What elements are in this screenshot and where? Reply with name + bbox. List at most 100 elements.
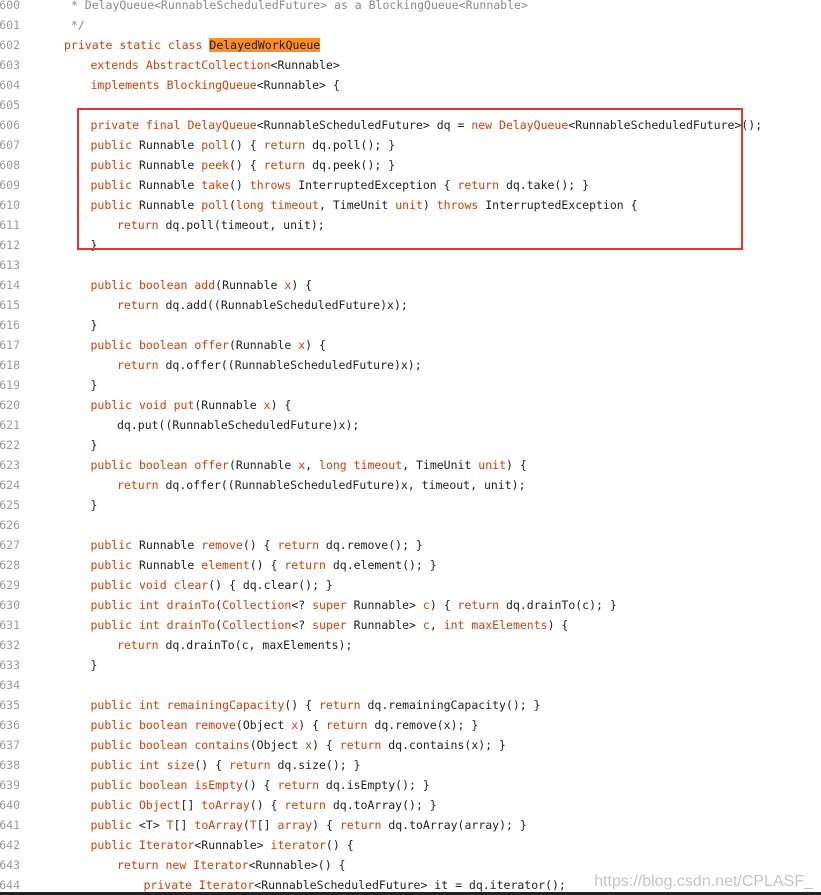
code-text: public int drainTo(Collection<? super Ru… bbox=[91, 595, 617, 615]
line-number: 639 bbox=[0, 778, 20, 792]
code-token: public bbox=[90, 818, 139, 832]
code-token: return bbox=[277, 538, 326, 552]
code-token: return bbox=[117, 478, 166, 492]
code-token: dq.drainTo(c); } bbox=[506, 598, 617, 612]
code-line: 624 return dq.offer((RunnableScheduledFut… bbox=[0, 475, 821, 495]
code-line: 606 private final DelayQueue<RunnableSche… bbox=[0, 115, 821, 135]
code-token: DelayQueue bbox=[187, 118, 257, 132]
code-token: dq.drainTo(c, maxElements); bbox=[165, 638, 353, 652]
code-token: public int bbox=[90, 618, 167, 632]
code-token: T bbox=[166, 818, 174, 832]
code-line: 635 public int remainingCapacity() { retu… bbox=[0, 695, 821, 715]
code-token: <? bbox=[291, 618, 313, 632]
code-token: ) { bbox=[506, 458, 527, 472]
code-line: 634 bbox=[0, 675, 821, 695]
code-line: 641 public <T> T[] toArray(T[] array) { r… bbox=[0, 815, 821, 835]
code-token: InterruptedException { bbox=[298, 178, 458, 192]
code-token: <RunnableScheduledFuture> it = dq.iterat… bbox=[254, 878, 566, 892]
line-number: 606 bbox=[0, 118, 20, 132]
code-token: unit bbox=[395, 198, 423, 212]
code-text: public boolean add(Runnable x) { bbox=[91, 275, 313, 295]
code-token: x bbox=[263, 398, 271, 412]
code-line: 602 private static class DelayedWorkQueue bbox=[0, 35, 821, 55]
code-token: dq.remove(); } bbox=[325, 538, 423, 552]
line-number: 616 bbox=[0, 318, 20, 332]
code-token: <Runnable> { bbox=[256, 78, 340, 92]
code-token: return bbox=[325, 718, 375, 732]
code-token: public boolean bbox=[90, 458, 195, 472]
code-text: dq.put((RunnableScheduledFuture)x); bbox=[117, 415, 359, 435]
code-token: Runnable bbox=[138, 138, 202, 152]
code-text: } bbox=[91, 435, 98, 455]
code-token: dq.offer((RunnableScheduledFuture)x, tim… bbox=[165, 478, 526, 492]
code-token: Runnable> bbox=[353, 598, 423, 612]
code-token: add bbox=[194, 278, 216, 292]
code-text: * DelayQueue<RunnableScheduledFuture> as… bbox=[64, 0, 528, 15]
code-token: return bbox=[284, 558, 333, 572]
code-text: public int remainingCapacity() { return … bbox=[91, 695, 541, 715]
code-token: * DelayQueue<RunnableScheduledFuture> as… bbox=[64, 0, 528, 12]
code-token: private final bbox=[90, 118, 188, 132]
code-text: public Runnable take() throws Interrupte… bbox=[91, 175, 590, 195]
code-token: (Runnable bbox=[194, 398, 264, 412]
code-token: Object bbox=[138, 798, 181, 812]
line-number: 643 bbox=[0, 858, 20, 872]
code-token: return new bbox=[117, 858, 194, 872]
code-token: return bbox=[277, 778, 326, 792]
code-text: public Runnable element() { return dq.el… bbox=[91, 555, 437, 575]
code-line: 621 dq.put((RunnableScheduledFuture)x); bbox=[0, 415, 821, 435]
code-token: ) { bbox=[312, 738, 340, 752]
code-text: return dq.add((RunnableScheduledFuture)x… bbox=[117, 295, 408, 315]
code-token: public int bbox=[90, 698, 167, 712]
code-token: remove bbox=[194, 718, 236, 732]
code-token: , bbox=[429, 618, 444, 632]
code-line: 603 extends AbstractCollection<Runnable> bbox=[0, 55, 821, 75]
code-token: size bbox=[166, 758, 195, 772]
code-token: Runnable bbox=[138, 538, 202, 552]
code-token: public boolean bbox=[90, 738, 195, 752]
line-number: 620 bbox=[0, 398, 20, 412]
line-number: 623 bbox=[0, 458, 20, 472]
code-text: public Runnable poll(long timeout, TimeU… bbox=[91, 195, 638, 215]
code-token: Collection bbox=[222, 618, 292, 632]
code-token: public bbox=[90, 178, 139, 192]
code-token: , bbox=[305, 458, 320, 472]
code-token: drainTo bbox=[166, 598, 216, 612]
code-token: ) { bbox=[270, 398, 292, 412]
code-token: return bbox=[229, 758, 278, 772]
code-token: return bbox=[284, 798, 333, 812]
code-text: } bbox=[91, 235, 98, 255]
code-token: drainTo bbox=[166, 618, 216, 632]
code-token: } bbox=[90, 498, 98, 512]
line-number: 609 bbox=[0, 178, 20, 192]
code-line: 630 public int drainTo(Collection<? super… bbox=[0, 595, 821, 615]
code-token: BlockingQueue bbox=[166, 78, 257, 92]
code-text: } bbox=[91, 315, 98, 335]
code-token: maxElements bbox=[471, 618, 548, 632]
code-token: element bbox=[201, 558, 250, 572]
code-token: <Runnable> bbox=[194, 838, 271, 852]
code-line: 643 return new Iterator<Runnable>() { bbox=[0, 855, 821, 875]
watermark: https://blog.csdn.net/CPLASF_ bbox=[594, 873, 813, 890]
code-token: return bbox=[457, 598, 507, 612]
code-token: take bbox=[201, 178, 229, 192]
code-line: 616} bbox=[0, 315, 821, 335]
code-token: (Runnable bbox=[228, 458, 299, 472]
code-token: return bbox=[117, 358, 166, 372]
line-number: 633 bbox=[0, 658, 20, 672]
line-number: 611 bbox=[0, 218, 20, 232]
code-token: <Runnable>() { bbox=[248, 858, 346, 872]
code-token: toArray bbox=[194, 818, 243, 832]
code-line: 639 public boolean isEmpty() { return dq.… bbox=[0, 775, 821, 795]
code-token: remove bbox=[201, 538, 243, 552]
line-number: 622 bbox=[0, 438, 20, 452]
code-token: public bbox=[90, 558, 139, 572]
code-token: DelayQueue bbox=[499, 118, 569, 132]
code-token: offer bbox=[194, 458, 229, 472]
code-token: InterruptedException { bbox=[485, 198, 638, 212]
line-number: 618 bbox=[0, 358, 20, 372]
code-token: throws bbox=[436, 198, 486, 212]
code-token: (Runnable bbox=[215, 278, 285, 292]
code-text: } bbox=[91, 375, 98, 395]
code-token: long bbox=[235, 198, 271, 212]
